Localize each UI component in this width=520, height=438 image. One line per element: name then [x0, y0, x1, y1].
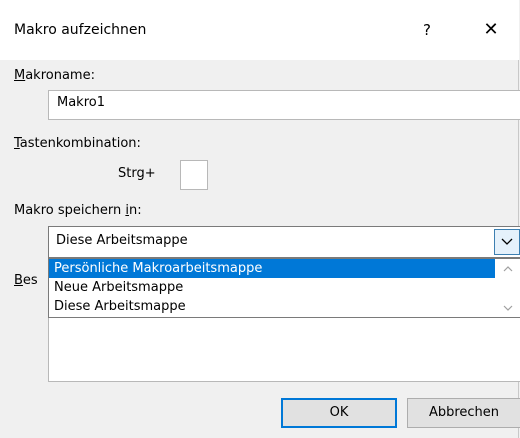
dropdown-button[interactable]	[494, 229, 520, 255]
shortcut-label: Tastenkombination:	[14, 136, 141, 151]
option-new-workbook[interactable]: Neue Arbeitsmappe	[49, 278, 497, 297]
macro-name-label-accel: M	[14, 68, 26, 83]
shortcut-prefix: Strg+	[118, 166, 156, 181]
description-label-rest: es	[22, 273, 38, 288]
store-in-label-post: n:	[129, 203, 142, 218]
help-button[interactable]: ?	[404, 10, 450, 50]
ok-button[interactable]: OK	[281, 398, 397, 428]
shortcut-label-rest: astenkombination:	[19, 136, 141, 151]
option-personal-macro-workbook[interactable]: Persönliche Makroarbeitsmappe	[49, 259, 497, 278]
macro-name-label: Makroname:	[14, 68, 95, 83]
store-in-label-pre: Makro speichern	[14, 203, 126, 218]
description-label-accel: B	[14, 273, 23, 288]
cancel-button[interactable]: Abbrechen	[407, 398, 520, 428]
store-in-dropdown-list[interactable]: Persönliche Makroarbeitsmappe Neue Arbei…	[48, 258, 520, 318]
scroll-up-icon[interactable]	[503, 266, 513, 272]
title-bar: Makro aufzeichnen ? ✕	[0, 0, 519, 60]
macro-name-label-rest: akroname:	[25, 68, 95, 83]
dialog-title: Makro aufzeichnen	[14, 22, 147, 38]
chevron-down-icon	[501, 238, 513, 245]
scroll-down-icon[interactable]	[503, 305, 513, 311]
close-button[interactable]: ✕	[468, 10, 514, 50]
dropdown-scrollbar[interactable]	[495, 259, 520, 317]
description-label: Bes	[14, 273, 38, 288]
store-in-selected-value: Diese Arbeitsmappe	[56, 233, 188, 248]
shortcut-key-input[interactable]	[180, 160, 208, 190]
record-macro-dialog: Makro aufzeichnen ? ✕ Makroname: Makro1 …	[0, 0, 520, 438]
macro-name-input[interactable]: Makro1	[48, 90, 520, 120]
macro-name-value: Makro1	[57, 95, 105, 110]
option-this-workbook[interactable]: Diese Arbeitsmappe	[49, 297, 497, 316]
store-in-label: Makro speichern in:	[14, 203, 142, 218]
store-in-combobox[interactable]: Diese Arbeitsmappe	[48, 226, 520, 258]
